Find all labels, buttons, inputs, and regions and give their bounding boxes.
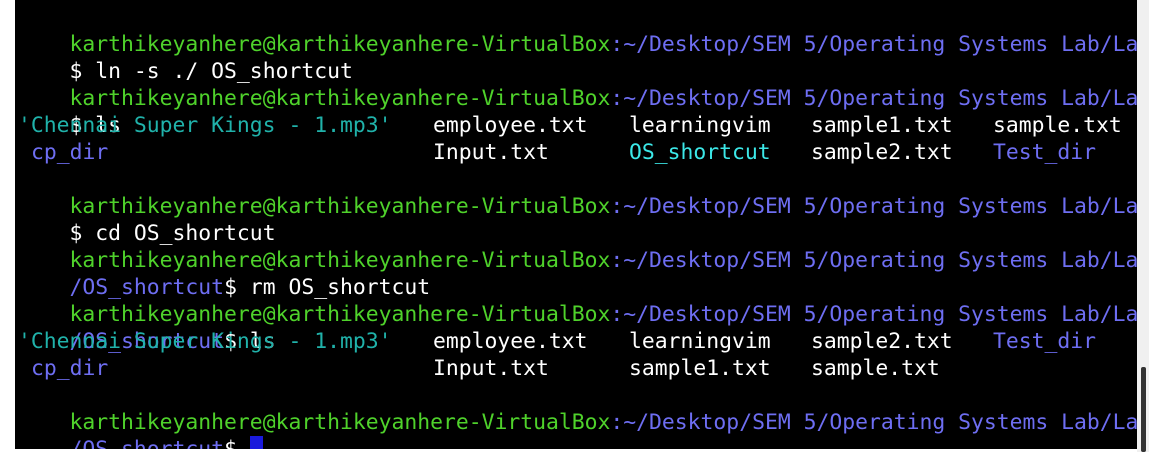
file-entry: employee.txt (433, 329, 588, 354)
command-line: $ cd OS_shortcut (18, 193, 276, 246)
file-entry: sample1.txt (811, 113, 953, 138)
file-entry: learningvim (629, 113, 771, 138)
directory-entry: cp_dir (31, 356, 109, 381)
prompt-user-host: karthikeyanhere@karthikeyanhere-VirtualB… (69, 86, 611, 111)
command-line: /OS_shortcut$ ls (18, 301, 276, 354)
prompt-path: :~/Desktop/SEM 5/Operating Systems Lab/L… (610, 194, 1137, 219)
file-entry: employee.txt (433, 113, 588, 138)
file-entry: sample2.txt (811, 329, 953, 354)
file-entry: sample.txt (811, 356, 940, 381)
ls-output-row: cp_dir Input.txt OS_shortcut sample2.txt… (18, 139, 1137, 166)
vertical-scrollbar[interactable] (1137, 0, 1149, 452)
command-line: /OS_shortcut$ rm OS_shortcut (18, 247, 431, 300)
symlink-entry: OS_shortcut (629, 140, 771, 165)
prompt-path: :~/Desktop/SEM 5/Operating Systems Lab/L… (610, 248, 1137, 273)
text-cursor[interactable] (249, 436, 263, 449)
command-line: $ ln -s ./ OS_shortcut (18, 31, 353, 84)
prompt-path: :~/Desktop/SEM 5/Operating Systems Lab/L… (610, 86, 1137, 111)
prompt-line: karthikeyanhere@karthikeyanhere-VirtualB… (18, 220, 1137, 273)
directory-entry: Test_dir (993, 329, 1097, 354)
prompt-path: :~/Desktop/SEM 5/Operating Systems Lab/L… (610, 410, 1137, 435)
prompt-path: :~/Desktop/SEM 5/Operating Systems Lab/L… (610, 32, 1137, 57)
file-entry: sample1.txt (629, 356, 771, 381)
directory-entry: Test_dir (993, 140, 1097, 165)
directory-entry: cp_dir (31, 140, 109, 165)
prompt-line: karthikeyanhere@karthikeyanhere-VirtualB… (18, 4, 1137, 57)
file-entry: Input.txt (433, 356, 549, 381)
command-line: $ ls (18, 85, 122, 138)
prompt-path: :~/Desktop/SEM 5/Operating Systems Lab/L… (610, 302, 1137, 327)
prompt-line: karthikeyanhere@karthikeyanhere-VirtualB… (18, 166, 1137, 219)
prompt-symbol: $ (224, 437, 250, 449)
file-entry: 'Chennai Super Kings - 1.mp3' (18, 113, 392, 138)
prompt-line: karthikeyanhere@karthikeyanhere-VirtualB… (18, 382, 1137, 435)
prompt-line: karthikeyanhere@karthikeyanhere-VirtualB… (18, 274, 1137, 327)
terminal-window[interactable]: karthikeyanhere@karthikeyanhere-VirtualB… (15, 0, 1137, 449)
file-entry: Input.txt (433, 140, 549, 165)
ls-output-row: 'Chennai Super Kings - 1.mp3' employee.t… (18, 112, 1137, 139)
file-entry: sample.txt (993, 113, 1122, 138)
file-entry: learningvim (629, 329, 771, 354)
prompt-subdir: /OS_shortcut (70, 437, 225, 449)
prompt-line: karthikeyanhere@karthikeyanhere-VirtualB… (18, 58, 1137, 111)
ls-output-row: cp_dir Input.txt sample1.txt sample.txt (18, 355, 1137, 382)
scrollbar-thumb[interactable] (1141, 367, 1146, 452)
active-prompt-line[interactable]: /OS_shortcut$ (18, 409, 263, 449)
file-entry: 'Chennai Super Kings - 1.mp3' (18, 329, 392, 354)
file-entry: sample2.txt (811, 140, 953, 165)
ls-output-row: 'Chennai Super Kings - 1.mp3' employee.t… (18, 328, 1137, 355)
